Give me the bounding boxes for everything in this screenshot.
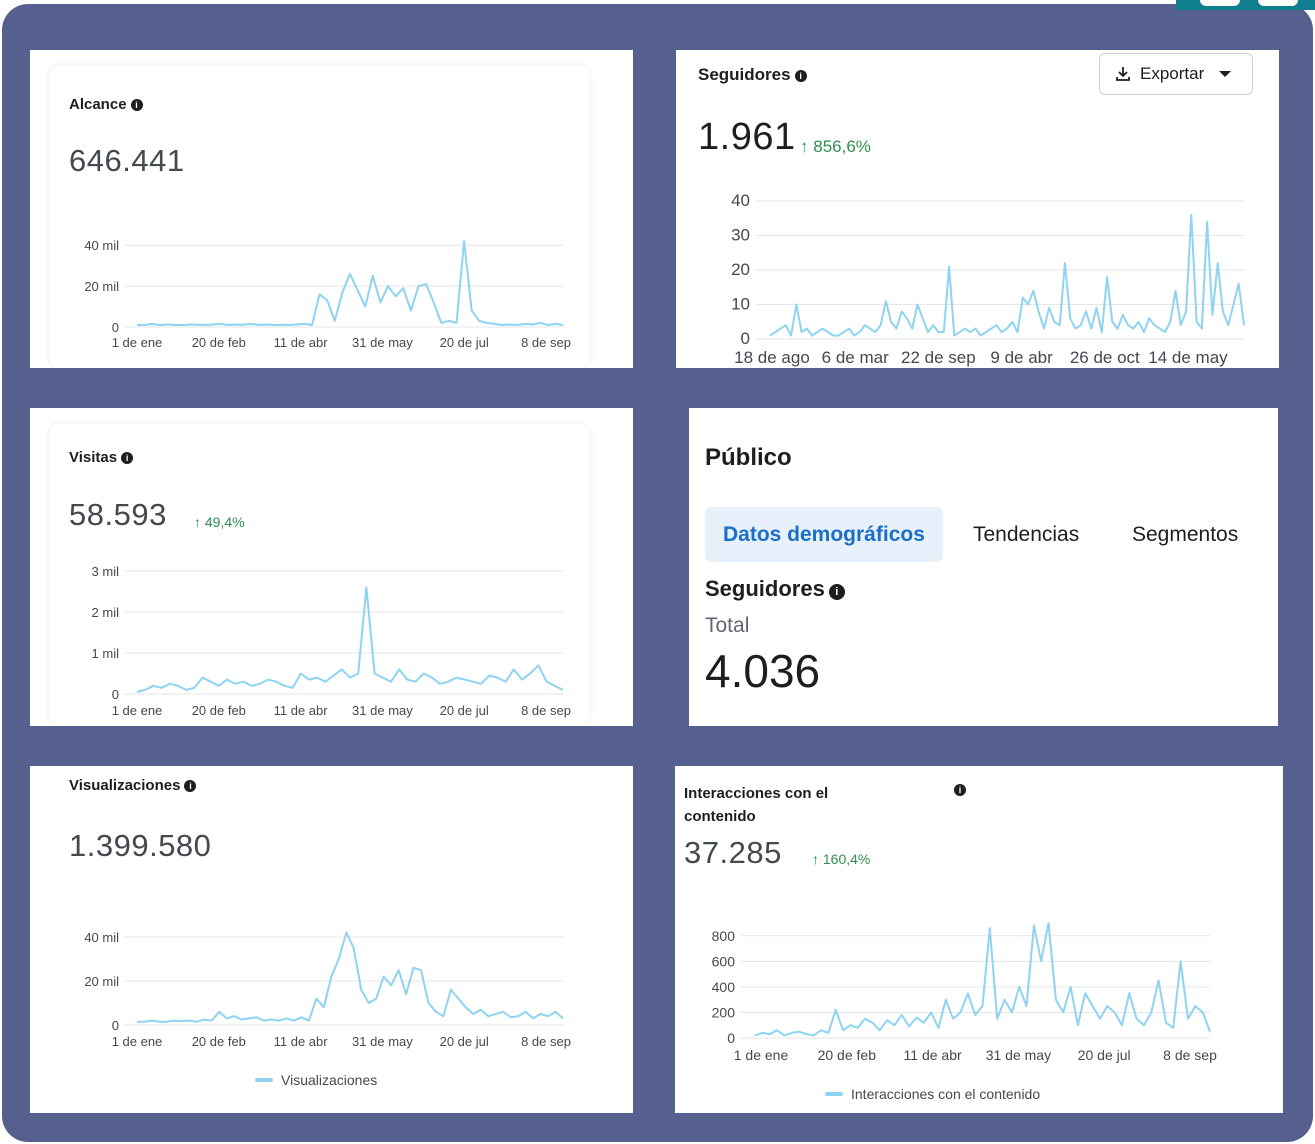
seguidores-line-chart: 0 10 20 30 40 18 de ago 6 de mar 22 de sep 9 de … [731,191,1245,367]
brand-logo [1176,0,1315,10]
y-tick-label: 0 [112,320,119,335]
visualizaciones-line-chart: 0 20 mil 40 mil 1 de ene 20 de feb 11 de abr 3… [84,930,571,1049]
y-tick-label: 20 [731,260,750,279]
x-tick-label: 1 de ene [734,1047,789,1063]
legend-swatch [255,1078,273,1082]
tab-segmentos[interactable]: Segmentos [1132,507,1238,562]
alcance-line-chart: 0 20 mil 40 mil 1 de ene 20 de feb 11 de abr 3… [84,238,571,350]
y-tick-label: 400 [712,979,736,995]
legend[interactable]: Interacciones con el contenido [825,1086,1040,1102]
total-label: Total [705,614,750,637]
x-tick-label: 31 de may [352,1034,413,1049]
y-tick-label: 800 [712,928,736,944]
x-tick-label: 20 de jul [1078,1047,1131,1063]
legend[interactable]: Visualizaciones [255,1072,377,1088]
y-tick-label: 0 [727,1030,735,1046]
x-tick-label: 1 de ene [112,1034,163,1049]
x-tick-label: 6 de mar [822,348,889,367]
x-tick-label: 1 de ene [112,703,163,718]
x-tick-label: 8 de sep [521,703,571,718]
x-tick-label: 31 de may [986,1047,1051,1063]
series-line [754,922,1211,1037]
y-tick-label: 0 [112,687,119,702]
interacciones-card: Interacciones con el contenido i 37.285 ↑… [675,766,1283,1113]
y-tick-label: 0 [741,329,750,348]
x-tick-label: 20 de jul [440,703,489,718]
series-line [137,931,564,1023]
x-tick-label: 31 de may [352,335,413,350]
x-tick-label: 1 de ene [112,335,163,350]
y-tick-label: 1 mil [92,646,120,661]
y-tick-label: 3 mil [92,564,120,579]
x-tick-label: 20 de jul [440,335,489,350]
y-tick-label: 2 mil [92,605,120,620]
x-tick-label: 8 de sep [1163,1047,1217,1063]
x-tick-label: 22 de sep [901,348,976,367]
x-tick-label: 9 de abr [990,348,1053,367]
x-tick-label: 31 de may [352,703,413,718]
y-tick-label: 40 mil [84,930,119,945]
y-tick-label: 20 mil [84,974,119,989]
x-tick-label: 20 de feb [192,1034,246,1049]
series-line [137,240,564,326]
x-tick-label: 14 de may [1148,348,1228,367]
legend-label: Interacciones con el contenido [851,1086,1041,1102]
visitas-line-chart: 0 1 mil 2 mil 3 mil 1 de ene 20 de feb 11 de a… [92,564,571,718]
x-tick-label: 11 de abr [274,703,329,718]
y-tick-label: 600 [712,953,736,969]
tab-tendencias[interactable]: Tendencias [973,507,1079,562]
y-tick-label: 10 [731,295,750,314]
x-tick-label: 20 de feb [818,1047,877,1063]
visualizaciones-card: Visualizaciones i 1.399.580 0 20 mil 40 mil… [30,766,633,1113]
tab-datos-demograficos[interactable]: Datos demográficos [705,507,943,562]
alcance-card: Alcance i 646.441 0 20 mil 40 mil 1 de ene 20… [30,50,633,368]
x-tick-label: 11 de abr [274,1034,329,1049]
y-tick-label: 40 mil [84,238,119,253]
y-tick-label: 30 [731,226,750,245]
x-tick-label: 8 de sep [521,335,571,350]
publico-seguidores-title: Seguidores i [705,576,845,602]
x-tick-label: 26 de oct [1070,348,1140,367]
x-tick-label: 8 de sep [521,1034,571,1049]
x-tick-label: 20 de feb [192,335,246,350]
legend-label: Visualizaciones [281,1072,378,1088]
y-tick-label: 0 [112,1018,119,1033]
series-line [769,213,1245,337]
y-tick-label: 200 [712,1004,736,1020]
x-tick-label: 20 de jul [440,1034,489,1049]
seguidores-card: Seguidores i Exportar 1.961 ↑ 856,6% 0 10 2… [676,50,1279,368]
x-tick-label: 20 de feb [192,703,246,718]
publico-title: Público [705,444,792,471]
x-tick-label: 18 de ago [734,348,810,367]
series-line [136,586,564,693]
legend-swatch [825,1092,843,1096]
publico-card: Público Datos demográficos Tendencias Se… [689,408,1278,726]
x-tick-label: 11 de abr [904,1047,962,1063]
total-value: 4.036 [705,645,821,697]
interacciones-line-chart: 0 200 400 600 800 1 de ene 20 de feb 11 de abr 3… [712,922,1217,1063]
y-tick-label: 40 [731,191,750,210]
info-icon[interactable]: i [828,584,845,600]
x-tick-label: 11 de abr [274,335,329,350]
y-tick-label: 20 mil [84,279,119,294]
visitas-card: Visitas i 58.593 ↑ 49,4% 01 mil 2 mil 3 mil… [30,408,633,726]
